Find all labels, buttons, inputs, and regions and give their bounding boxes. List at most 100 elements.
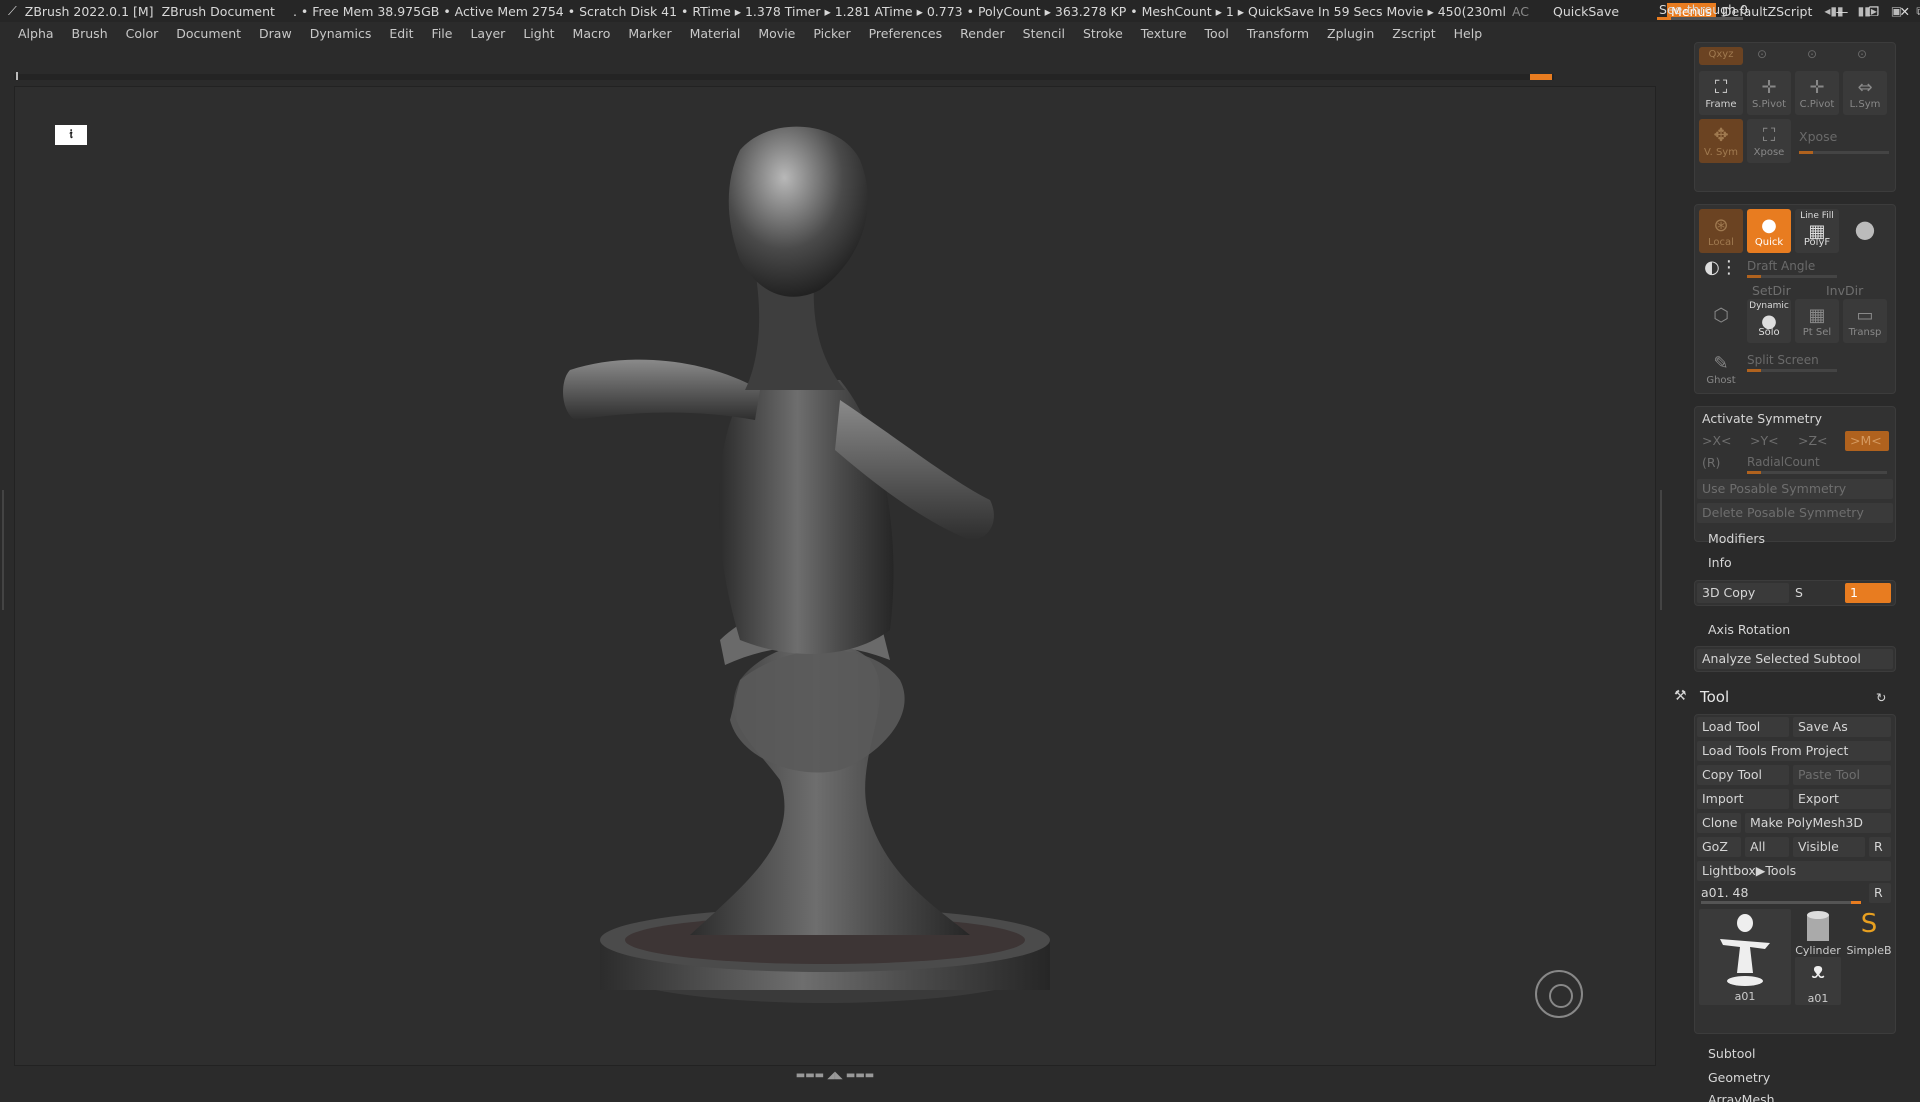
clone-button[interactable]: Clone [1697,813,1741,833]
tool-thumb-simpleb[interactable]: S SimpleB [1845,909,1893,957]
goz-visible-button[interactable]: Visible [1793,837,1865,857]
sym-z-button[interactable]: >Z< [1793,431,1837,451]
save-as-button[interactable]: Save As [1793,717,1891,737]
reset-icon[interactable]: ↻ [1876,690,1886,705]
menu-material[interactable]: Material [690,26,741,41]
sym-x-button[interactable]: >X< [1697,431,1741,451]
sym-m-button[interactable]: >M< [1845,431,1889,451]
goz-all-button[interactable]: All [1745,837,1789,857]
ptsel-button[interactable]: ▦ Pt Sel [1795,299,1839,343]
import-button[interactable]: Import [1697,789,1789,809]
load-tool-button[interactable]: Load Tool [1697,717,1789,737]
menu-texture[interactable]: Texture [1141,26,1187,41]
tool-thumb-a01-small[interactable]: ᴥ a01 [1795,957,1841,1005]
draft-angle-slider[interactable] [1747,275,1837,278]
menu-movie[interactable]: Movie [758,26,795,41]
menu-zplugin[interactable]: Zplugin [1327,26,1374,41]
tool-pin-icon[interactable]: ⚒ [1674,688,1687,704]
material-sphere-icon[interactable]: ● [1843,209,1887,253]
current-tool-slider[interactable] [1701,901,1861,904]
paste-tool-button[interactable]: Paste Tool [1793,765,1891,785]
transp-button[interactable]: ▭ Transp [1843,299,1887,343]
menu-color[interactable]: Color [126,26,159,41]
menu-preferences[interactable]: Preferences [869,26,943,41]
menu-light[interactable]: Light [523,26,554,41]
menu-edit[interactable]: Edit [389,26,413,41]
y-axis-icon[interactable]: ⊙ [1807,47,1817,61]
solo-button[interactable]: Dynamic ● Solo [1747,299,1791,343]
load-tools-from-project-button[interactable]: Load Tools From Project [1697,741,1891,761]
make-polymesh3d-button[interactable]: Make PolyMesh3D [1745,813,1891,833]
xpose-slider[interactable] [1799,151,1889,154]
menu-marker[interactable]: Marker [628,26,671,41]
xyz-symmetry-button[interactable]: Qxyz [1699,47,1743,65]
geometry-section[interactable]: Geometry [1708,1070,1770,1085]
frame-button[interactable]: ⛶ Frame [1699,71,1743,115]
menu-file[interactable]: File [432,26,453,41]
tool-thumb-cylinder[interactable]: Cylinder [1795,909,1841,957]
lsym-button[interactable]: ⇔ L.Sym [1843,71,1887,115]
menu-tool[interactable]: Tool [1205,26,1229,41]
sym-y-button[interactable]: >Y< [1745,431,1789,451]
minimize-icon[interactable]: — [1836,4,1849,19]
menu-alpha[interactable]: Alpha [18,26,54,41]
goz-r-button[interactable]: R [1869,837,1891,857]
contrast-toggle-icon[interactable]: ◐⋮ [1699,251,1743,295]
radial-count-slider[interactable] [1747,471,1887,474]
delete-posable-symmetry-button[interactable]: Delete Posable Symmetry [1697,503,1893,523]
polyf-button[interactable]: Line Fill ▦ PolyF [1795,209,1839,253]
export-button[interactable]: Export [1793,789,1891,809]
copy3d-button[interactable]: 3D Copy [1697,583,1789,603]
menu-draw[interactable]: Draw [259,26,292,41]
axis-rotation-section[interactable]: Axis Rotation [1708,622,1790,637]
menu-render[interactable]: Render [960,26,1005,41]
cpivot-button[interactable]: ✛ C.Pivot [1795,71,1839,115]
menu-stroke[interactable]: Stroke [1083,26,1123,41]
timeline-marker[interactable] [1530,74,1552,80]
setdir-button[interactable]: SetDir [1747,281,1819,301]
right-tray-handle[interactable] [1660,490,1668,610]
analyze-subtool-button[interactable]: Analyze Selected Subtool [1697,649,1893,669]
menu-transform[interactable]: Transform [1247,26,1309,41]
navigation-gizmo-icon[interactable] [1535,970,1583,1018]
subtool-section[interactable]: Subtool [1708,1046,1755,1061]
x-axis-icon[interactable]: ⊙ [1757,47,1767,61]
vsym-button[interactable]: ✥ V. Sym [1699,119,1743,163]
local-button[interactable]: ⊛ Local [1699,209,1743,253]
copy-tool-button[interactable]: Copy Tool [1697,765,1789,785]
radial-r-button[interactable]: (R) [1697,453,1737,473]
menu-dynamics[interactable]: Dynamics [310,26,372,41]
menu-help[interactable]: Help [1454,26,1483,41]
menu-layer[interactable]: Layer [470,26,505,41]
tool-r-button[interactable]: R [1869,883,1891,903]
menu-picker[interactable]: Picker [813,26,850,41]
quicksave-button[interactable]: QuickSave [1553,4,1619,19]
info-section[interactable]: Info [1708,555,1732,570]
left-tray-handle[interactable] [2,490,10,610]
ghost-button[interactable]: ✎ Ghost [1699,347,1743,391]
activate-symmetry-button[interactable]: Activate Symmetry [1697,409,1893,429]
menu-brush[interactable]: Brush [72,26,108,41]
tool-palette-title[interactable]: Tool [1700,688,1729,706]
quick-button[interactable]: ● Quick [1747,209,1791,253]
menu-macro[interactable]: Macro [573,26,611,41]
invdir-button[interactable]: InvDir [1821,281,1893,301]
menu-zscript[interactable]: Zscript [1392,26,1435,41]
zbrush-logo-icon[interactable]: ⟋ [8,3,17,19]
menu-document[interactable]: Document [176,26,241,41]
arraymesh-section[interactable]: ArrayMesh [1708,1092,1775,1102]
cube-icon[interactable]: ⬡ [1699,299,1743,343]
use-posable-symmetry-button[interactable]: Use Posable Symmetry [1697,479,1893,499]
maximize-icon[interactable]: ❐ [1868,4,1879,19]
menu-stencil[interactable]: Stencil [1023,26,1065,41]
spivot-button[interactable]: ✛ S.Pivot [1747,71,1791,115]
z-axis-icon[interactable]: ⊙ [1857,47,1867,61]
modifiers-section[interactable]: Modifiers [1708,531,1765,546]
goz-button[interactable]: GoZ [1697,837,1741,857]
lightbox-tools-button[interactable]: Lightbox▶Tools [1697,861,1891,881]
tool-thumb-a01[interactable]: a01 [1699,909,1791,1005]
split-screen-slider[interactable] [1747,369,1837,372]
s-value-field[interactable]: 1 [1845,583,1891,603]
close-icon[interactable]: ✕ [1900,4,1910,19]
sculpt-model[interactable] [540,120,1100,1040]
